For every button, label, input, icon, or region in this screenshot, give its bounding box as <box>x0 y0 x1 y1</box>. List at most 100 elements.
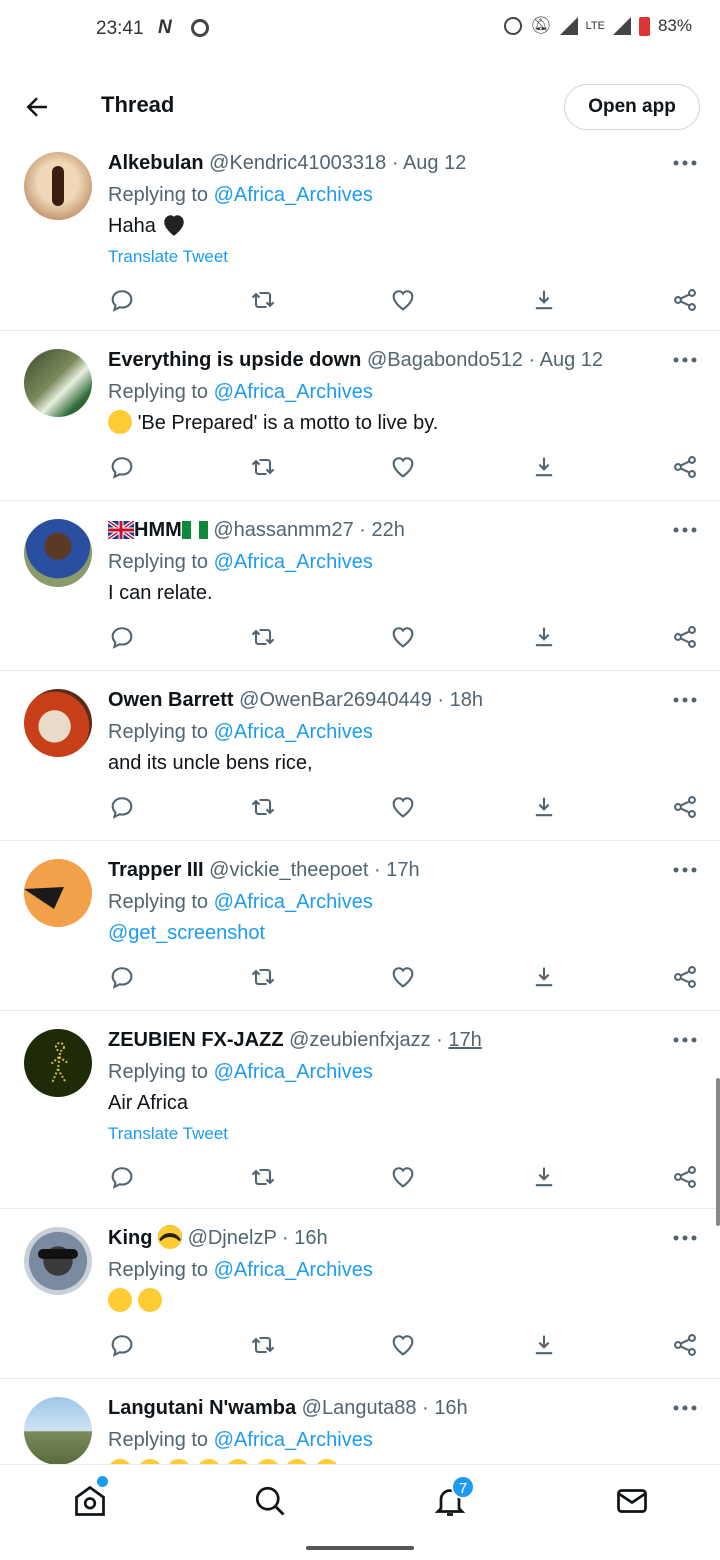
download-icon[interactable] <box>530 623 558 651</box>
tweet[interactable]: ZEUBIEN FX-JAZZ @zeubienfxjazz · 17h Rep… <box>0 1027 720 1209</box>
share-icon[interactable] <box>671 1331 699 1359</box>
replying-to-link[interactable]: @Africa_Archives <box>214 381 373 403</box>
more-icon[interactable] <box>672 1035 698 1045</box>
search-icon[interactable] <box>252 1483 288 1519</box>
translate-tweet-link[interactable]: Translate Tweet <box>108 247 228 267</box>
download-icon[interactable] <box>530 1331 558 1359</box>
tweet[interactable]: King @DjnelzP · 16h Replying to @Africa_… <box>0 1225 720 1379</box>
reply-icon[interactable] <box>108 793 136 821</box>
home-icon[interactable] <box>72 1483 108 1519</box>
author-name[interactable]: Trapper III <box>108 859 204 881</box>
share-icon[interactable] <box>671 286 699 314</box>
timestamp[interactable]: Aug 12 <box>403 152 466 174</box>
share-icon[interactable] <box>671 1163 699 1191</box>
author-name[interactable]: Everything is upside down <box>108 349 361 371</box>
author-handle[interactable]: @hassanmm27 <box>213 519 353 541</box>
avatar[interactable] <box>24 689 92 757</box>
author-name[interactable]: ZEUBIEN FX-JAZZ <box>108 1029 284 1051</box>
replying-to-link[interactable]: @Africa_Archives <box>214 184 373 206</box>
author-name[interactable]: Langutani N'wamba <box>108 1397 296 1419</box>
download-icon[interactable] <box>530 1163 558 1191</box>
translate-tweet-link[interactable]: Translate Tweet <box>108 1124 228 1144</box>
reply-icon[interactable] <box>108 286 136 314</box>
author-name[interactable]: King <box>108 1227 152 1249</box>
author-handle[interactable]: @Kendric41003318 <box>209 152 386 174</box>
avatar[interactable] <box>24 519 92 587</box>
more-icon[interactable] <box>672 1233 698 1243</box>
more-icon[interactable] <box>672 158 698 168</box>
retweet-icon[interactable] <box>249 1331 277 1359</box>
replying-to-link[interactable]: @Africa_Archives <box>214 551 373 573</box>
tweet[interactable]: Everything is upside down @Bagabondo512 … <box>0 347 720 501</box>
timestamp[interactable]: 16h <box>434 1397 467 1419</box>
like-icon[interactable] <box>389 793 417 821</box>
avatar[interactable] <box>24 152 92 220</box>
replying-to-link[interactable]: @Africa_Archives <box>214 721 373 743</box>
avatar[interactable] <box>24 859 92 927</box>
more-icon[interactable] <box>672 1403 698 1413</box>
like-icon[interactable] <box>389 1331 417 1359</box>
like-icon[interactable] <box>389 453 417 481</box>
retweet-icon[interactable] <box>249 793 277 821</box>
author-handle[interactable]: @Languta88 <box>302 1397 417 1419</box>
retweet-icon[interactable] <box>249 1163 277 1191</box>
tweet[interactable]: HMM @hassanmm27 · 22h Replying to @Afric… <box>0 517 720 671</box>
mail-icon[interactable] <box>614 1483 650 1519</box>
timestamp[interactable]: 17h <box>448 1029 481 1051</box>
open-app-button[interactable]: Open app <box>564 84 700 130</box>
reply-icon[interactable] <box>108 453 136 481</box>
author-name[interactable]: Alkebulan <box>108 152 204 174</box>
retweet-icon[interactable] <box>249 286 277 314</box>
avatar[interactable] <box>24 1397 92 1465</box>
author-name[interactable]: HMM <box>134 519 182 541</box>
more-icon[interactable] <box>672 865 698 875</box>
download-icon[interactable] <box>530 793 558 821</box>
mention-link[interactable]: @get_screenshot <box>108 920 265 946</box>
avatar[interactable] <box>24 1227 92 1295</box>
gesture-bar[interactable] <box>306 1546 414 1550</box>
author-handle[interactable]: @zeubienfxjazz <box>289 1029 430 1051</box>
replying-to-link[interactable]: @Africa_Archives <box>214 891 373 913</box>
more-icon[interactable] <box>672 525 698 535</box>
download-icon[interactable] <box>530 453 558 481</box>
like-icon[interactable] <box>389 623 417 651</box>
tweet[interactable]: Alkebulan @Kendric41003318 · Aug 12 Repl… <box>0 150 720 331</box>
avatar[interactable] <box>24 1029 92 1097</box>
back-arrow-icon[interactable] <box>22 92 52 122</box>
download-icon[interactable] <box>530 963 558 991</box>
replying-to-link[interactable]: @Africa_Archives <box>214 1429 373 1451</box>
avatar[interactable] <box>24 349 92 417</box>
reply-icon[interactable] <box>108 1331 136 1359</box>
timestamp[interactable]: 16h <box>294 1227 327 1249</box>
retweet-icon[interactable] <box>249 453 277 481</box>
timestamp[interactable]: Aug 12 <box>540 349 603 371</box>
tweet[interactable]: Trapper III @vickie_theepoet · 17h Reply… <box>0 857 720 1011</box>
tweet[interactable]: Owen Barrett @OwenBar26940449 · 18h Repl… <box>0 687 720 841</box>
like-icon[interactable] <box>389 963 417 991</box>
more-icon[interactable] <box>672 695 698 705</box>
author-handle[interactable]: @DjnelzP <box>188 1227 277 1249</box>
more-icon[interactable] <box>672 355 698 365</box>
timestamp[interactable]: 17h <box>386 859 419 881</box>
timestamp[interactable]: 18h <box>450 689 483 711</box>
download-icon[interactable] <box>530 286 558 314</box>
share-icon[interactable] <box>671 453 699 481</box>
reply-icon[interactable] <box>108 963 136 991</box>
author-handle[interactable]: @Bagabondo512 <box>367 349 523 371</box>
reply-icon[interactable] <box>108 1163 136 1191</box>
timestamp[interactable]: 22h <box>372 519 405 541</box>
scrollbar[interactable] <box>716 1078 720 1226</box>
retweet-icon[interactable] <box>249 963 277 991</box>
tweet[interactable]: Langutani N'wamba @Languta88 · 16h Reply… <box>0 1395 720 1465</box>
reply-icon[interactable] <box>108 623 136 651</box>
like-icon[interactable] <box>389 1163 417 1191</box>
share-icon[interactable] <box>671 793 699 821</box>
author-name[interactable]: Owen Barrett <box>108 689 234 711</box>
author-handle[interactable]: @vickie_theepoet <box>209 859 368 881</box>
author-handle[interactable]: @OwenBar26940449 <box>239 689 432 711</box>
like-icon[interactable] <box>389 286 417 314</box>
share-icon[interactable] <box>671 623 699 651</box>
replying-to-link[interactable]: @Africa_Archives <box>214 1061 373 1083</box>
share-icon[interactable] <box>671 963 699 991</box>
replying-to-link[interactable]: @Africa_Archives <box>214 1259 373 1281</box>
